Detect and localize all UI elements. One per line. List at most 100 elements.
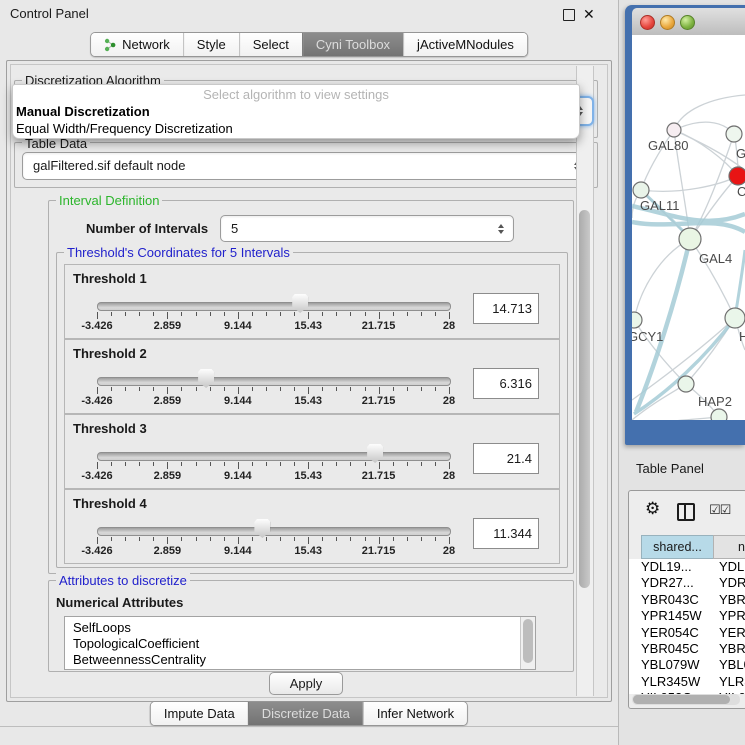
slider-ticks	[97, 462, 449, 470]
cell-name: YBR0	[719, 592, 745, 608]
network-canvas[interactable]: GAL80GCGAL11GAL4GCY1HHAP2	[632, 35, 745, 420]
attribute-list-item[interactable]: SelfLoops	[65, 620, 535, 636]
network-node[interactable]	[726, 126, 742, 142]
close-button[interactable]	[640, 15, 655, 30]
panel-vertical-scrollbar[interactable]	[576, 66, 594, 696]
cell-name: YPR1	[719, 608, 745, 624]
numerical-attributes-label: Numerical Attributes	[56, 595, 183, 610]
table-row[interactable]: YBL079WYBL0	[629, 657, 745, 673]
table-row[interactable]: YDR27...YDR2	[629, 575, 745, 591]
table-data-combobox-value: galFiltered.sif default node	[33, 158, 185, 173]
tab-cyni-toolbox[interactable]: Cyni Toolbox	[302, 33, 403, 56]
spinner-arrows-icon	[498, 224, 504, 234]
tab-label: Discretize Data	[262, 702, 350, 725]
dropdown-option-equal-width[interactable]: Equal Width/Frequency Discretization	[13, 120, 579, 137]
tab-label: Select	[253, 33, 289, 56]
panel-scrollbar-thumb[interactable]	[579, 210, 590, 588]
minimize-button[interactable]	[660, 15, 675, 30]
attribute-list-item[interactable]: TopologicalCoefficient	[65, 636, 535, 652]
dropdown-option-manual[interactable]: Manual Discretization	[13, 103, 579, 120]
tab-impute-data[interactable]: Impute Data	[151, 702, 248, 725]
attribute-list-item[interactable]: BetweennessCentrality	[65, 652, 535, 668]
threshold-slider-track[interactable]	[97, 302, 451, 311]
node-label: GCY1	[632, 329, 663, 344]
table-horizontal-scrollbar[interactable]	[632, 694, 740, 705]
slider-tick-labels: -3.4262.8599.14415.4321.71528	[97, 470, 449, 482]
column-header-name-text: n	[738, 536, 745, 558]
cell-shared-name: YLR345W	[641, 674, 700, 690]
bottom-tab-bar: Impute Data Discretize Data Infer Network	[150, 701, 468, 726]
tab-network[interactable]: Network	[91, 33, 183, 56]
tab-style[interactable]: Style	[183, 33, 239, 56]
network-node[interactable]	[667, 123, 681, 137]
slider-tick-labels: -3.4262.8599.14415.4321.71528	[97, 320, 449, 332]
table-data-combobox[interactable]: galFiltered.sif default node	[22, 152, 590, 180]
network-window-titlebar	[632, 8, 745, 36]
threshold-value-field[interactable]: 21.4	[473, 443, 539, 474]
thresholds-group-label: Threshold's Coordinates for 5 Intervals	[64, 245, 293, 260]
threshold-value-field[interactable]: 14.713	[473, 293, 539, 324]
close-window-icon[interactable]: ✕	[583, 0, 595, 28]
window-bottom-edge	[0, 726, 618, 727]
table-row[interactable]: YLR345WYLR3	[629, 674, 745, 690]
tab-label: Cyni Toolbox	[316, 33, 390, 56]
algorithm-dropdown-popup: Select algorithm to view settings Manual…	[12, 84, 580, 139]
network-node[interactable]	[725, 308, 745, 328]
tab-infer-network[interactable]: Infer Network	[363, 702, 467, 725]
numerical-attributes-list[interactable]: SelfLoopsTopologicalCoefficientBetweenne…	[64, 616, 536, 670]
screenshot-root: Control Panel ✕ Network Style Select Cyni T…	[0, 0, 745, 745]
threshold-slider-track[interactable]	[97, 452, 451, 461]
tab-discretize-data[interactable]: Discretize Data	[248, 702, 363, 725]
threshold-value-field[interactable]: 11.344	[473, 518, 539, 549]
tab-label: Network	[122, 33, 170, 56]
column-header-shared-name[interactable]: shared...	[641, 535, 714, 559]
threshold-label: Threshold 2	[73, 346, 147, 361]
table-row[interactable]: YER054CYER0	[629, 625, 745, 641]
gear-icon[interactable]: ⚙	[645, 499, 660, 519]
tab-jactivemnodules[interactable]: jActiveMNodules	[403, 33, 527, 56]
top-tab-bar: Network Style Select Cyni Toolbox jActiveMNo…	[90, 32, 528, 57]
cell-shared-name: YBR045C	[641, 641, 699, 657]
tab-label: jActiveMNodules	[417, 33, 514, 56]
control-panel-titlebar: Control Panel ✕	[0, 0, 618, 28]
column-header-name[interactable]: n	[713, 535, 745, 559]
apply-button[interactable]: Apply	[269, 672, 343, 695]
slider-tick-labels: -3.4262.8599.14415.4321.71528	[97, 395, 449, 407]
checkbox-pair-icon[interactable]: ☑☑	[709, 502, 730, 518]
tab-select[interactable]: Select	[239, 33, 302, 56]
network-node[interactable]	[678, 376, 694, 392]
table-scrollbar-thumb[interactable]	[633, 695, 730, 704]
float-window-icon[interactable]	[563, 9, 575, 21]
slider-tick-labels: -3.4262.8599.14415.4321.71528	[97, 545, 449, 557]
table-row[interactable]: YBR045C YBR0	[629, 641, 745, 657]
table-row[interactable]: YBR043C YBR0	[629, 592, 745, 608]
attributes-list-scrollbar[interactable]	[520, 617, 535, 669]
tab-label: Impute Data	[164, 702, 235, 725]
network-node[interactable]	[632, 312, 642, 328]
network-node[interactable]	[633, 182, 649, 198]
network-node[interactable]	[729, 167, 745, 185]
cell-shared-name: YBR043C	[641, 592, 699, 608]
table-row[interactable]: YPR145WYPR1	[629, 608, 745, 624]
number-of-intervals-value: 5	[231, 221, 238, 236]
dropdown-placeholder-option[interactable]: Select algorithm to view settings	[13, 85, 579, 103]
network-icon	[104, 38, 117, 52]
threshold-value-field[interactable]: 6.316	[473, 368, 539, 399]
control-panel-title: Control Panel	[10, 0, 89, 28]
table-panel-window: ⚙ ☑☑ shared... n YDL19...YDL1YDR27...YDR…	[628, 490, 745, 709]
network-node[interactable]	[679, 228, 701, 250]
table-columns-icon[interactable]	[677, 503, 695, 521]
number-of-intervals-spinner[interactable]: 5	[220, 215, 514, 242]
node-label: GAL80	[648, 138, 688, 153]
table-row[interactable]: YDL19...YDL1	[629, 559, 745, 575]
slider-ticks	[97, 387, 449, 395]
threshold-slider-track[interactable]	[97, 527, 451, 536]
node-label: G	[736, 146, 745, 161]
zoom-button[interactable]	[680, 15, 695, 30]
node-label: GAL4	[699, 251, 732, 266]
number-of-intervals-label: Number of Intervals	[86, 221, 208, 236]
threshold-slider-track[interactable]	[97, 377, 451, 386]
network-node[interactable]	[711, 409, 727, 420]
cell-name: YDR2	[719, 575, 745, 591]
cell-name: YBR0	[719, 641, 745, 657]
